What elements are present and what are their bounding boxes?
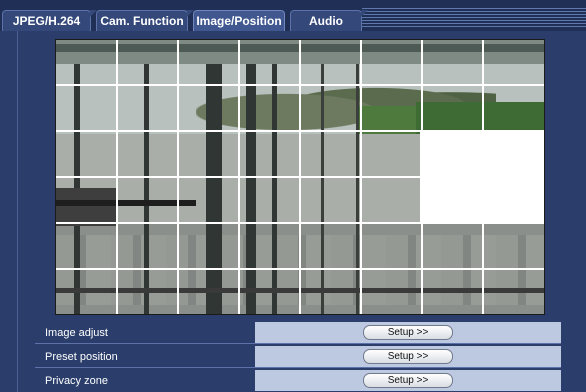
row-divider [35, 343, 561, 344]
tab-audio[interactable]: Audio [290, 10, 368, 31]
tab-jpeg-h264[interactable]: JPEG/H.264 [2, 10, 97, 31]
row-privacy-zone: Privacy zone Setup >> [35, 370, 561, 391]
row-cell: Setup >> [255, 346, 561, 367]
camera-preview[interactable] [55, 39, 545, 315]
row-divider [35, 367, 561, 368]
tab-label: Cam. Function [100, 14, 184, 28]
row-cell: Setup >> [255, 370, 561, 391]
row-preset-position: Preset position Setup >> [35, 346, 561, 367]
panel-edge [17, 31, 18, 392]
position-grid[interactable] [56, 40, 544, 314]
tab-cam-function[interactable]: Cam. Function [96, 10, 194, 31]
tab-bar: JPEG/H.264 Cam. Function Image/Position … [0, 0, 586, 31]
tab-label: JPEG/H.264 [12, 14, 81, 28]
preset-position-setup-button[interactable]: Setup >> [363, 349, 453, 364]
image-adjust-setup-button[interactable]: Setup >> [363, 325, 453, 340]
privacy-zone-setup-button[interactable]: Setup >> [363, 373, 453, 388]
tab-image-position[interactable]: Image/Position [193, 10, 285, 31]
tab-label: Image/Position [196, 14, 282, 28]
tab-label: Audio [309, 14, 343, 28]
row-image-adjust: Image adjust Setup >> [35, 322, 561, 343]
row-label: Privacy zone [35, 370, 255, 391]
tab-bar-decoration [362, 8, 586, 28]
row-label: Preset position [35, 346, 255, 367]
row-label: Image adjust [35, 322, 255, 343]
row-cell: Setup >> [255, 322, 561, 343]
